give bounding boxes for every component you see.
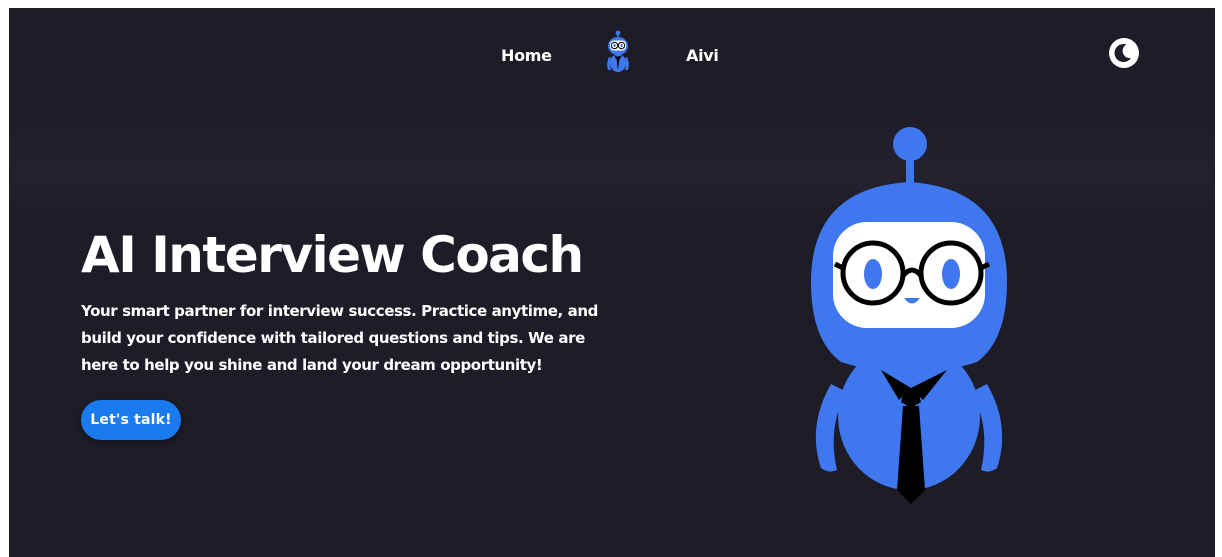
app-frame: Home Aivi AI Interview Coach Your smart … [9, 8, 1215, 557]
nav-aivi-link[interactable]: Aivi [686, 46, 719, 65]
nav-home-link[interactable]: Home [501, 46, 552, 65]
top-nav: Home Aivi [9, 30, 1215, 82]
robot-logo-icon[interactable] [603, 30, 633, 74]
hero-title: AI Interview Coach [81, 226, 584, 284]
robot-mascot-icon [811, 127, 1007, 504]
background-band [9, 98, 1215, 228]
lets-talk-button[interactable]: Let's talk! [81, 400, 181, 440]
hero-subtitle: Your smart partner for interview success… [81, 302, 598, 374]
moon-icon[interactable] [1107, 36, 1141, 70]
